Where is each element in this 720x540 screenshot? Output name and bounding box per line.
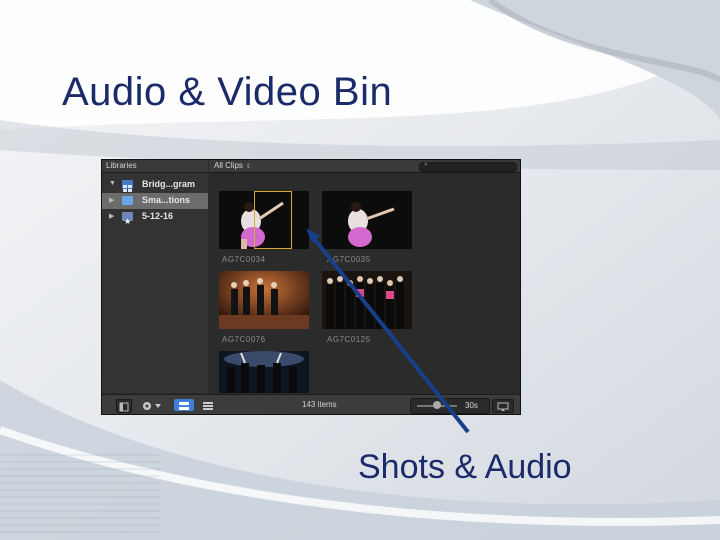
gear-icon [143, 402, 161, 410]
clip-name: AG7C0034 [222, 255, 266, 264]
clip-selection-range[interactable] [254, 191, 292, 249]
sidebar-item-label: Sma...tions [142, 195, 191, 205]
clip-name: AG7C0125 [327, 335, 371, 344]
stepper-icon: ⇕ [245, 164, 251, 170]
clip-thumbnail[interactable] [219, 271, 309, 329]
clip-browser: AG7C0034 AG7C0035 AG7C0076 AG7C0125 [209, 173, 520, 393]
clip-thumbnail[interactable] [322, 271, 412, 329]
library-icon [122, 180, 133, 192]
clip-name: AG7C0035 [327, 255, 371, 264]
action-menu-button[interactable] [140, 399, 166, 411]
clip-appearance-button[interactable] [492, 399, 514, 413]
filmstrip-view-icon [179, 402, 189, 410]
sidebar-toggle-button[interactable] [116, 399, 132, 413]
item-count: 143 items [302, 400, 337, 409]
list-view-button[interactable] [198, 399, 218, 411]
clip-filter-label: All Clips [214, 161, 243, 170]
slide-caption: Shots & Audio [358, 448, 572, 486]
search-icon: ⌕ [424, 161, 428, 168]
clip-appearance-icon [497, 402, 509, 411]
clip-name: AG7C0076 [222, 335, 266, 344]
sidebar-item-folder[interactable]: ▶ Sma...tions [102, 193, 208, 209]
sidebar-item-label: 5-12-16 [142, 211, 174, 221]
libraries-header: Libraries [102, 160, 208, 173]
browser-header: All Clips ⇕ ⌕ [209, 160, 520, 173]
disclosure-collapsed-icon[interactable]: ▶ [109, 196, 114, 204]
sidebar-item-library[interactable]: ▼ Bridg...gram [102, 177, 208, 193]
list-view-icon [203, 402, 213, 410]
sidebar-toggle-icon [119, 402, 129, 412]
browser-toolbar: 143 items 30s [102, 394, 520, 414]
libraries-header-label: Libraries [106, 161, 137, 170]
zoom-value: 30s [465, 401, 478, 410]
app-window: Libraries ▼ Bridg...gram ▶ Sma...tions ▶… [102, 160, 520, 414]
event-star-icon: ★ [122, 212, 133, 226]
search-input[interactable]: ⌕ [419, 161, 517, 172]
disclosure-expanded-icon[interactable]: ▼ [109, 180, 116, 187]
clip-thumbnail[interactable] [322, 191, 412, 249]
clip-thumbnail[interactable] [219, 351, 309, 393]
clip-zoom-control[interactable]: 30s [410, 398, 490, 414]
disclosure-collapsed-icon[interactable]: ▶ [109, 212, 114, 220]
folder-icon [122, 196, 133, 205]
clip-filter-select[interactable]: All Clips ⇕ [214, 161, 251, 170]
sidebar-item-event[interactable]: ▶ ★ 5-12-16 [102, 209, 208, 226]
filmstrip-view-button[interactable] [174, 399, 194, 411]
libraries-sidebar: ▼ Bridg...gram ▶ Sma...tions ▶ ★ 5-12-16 [102, 173, 208, 393]
slide-title: Audio & Video Bin [62, 70, 393, 114]
zoom-slider-knob[interactable] [433, 401, 441, 409]
svg-text:★: ★ [124, 217, 131, 225]
sidebar-item-label: Bridg...gram [142, 179, 196, 189]
